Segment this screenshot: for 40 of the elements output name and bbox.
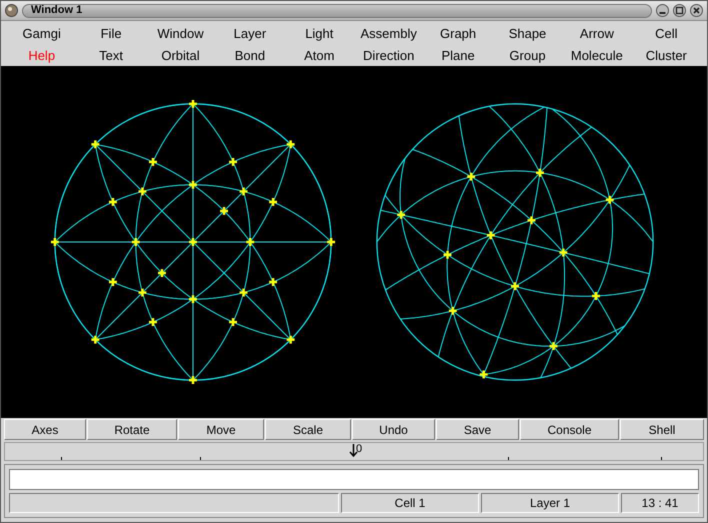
menu-item[interactable]: Window [157,24,204,44]
menu-item[interactable]: Graph [440,24,476,44]
command-input-field[interactable] [9,469,699,490]
status-cell: Cell 1 [341,493,479,513]
status-cell: Layer 1 [481,493,619,513]
menu-item[interactable]: File [100,24,122,44]
toolbar-button[interactable]: Shell [620,419,704,440]
menu-item[interactable]: Layer [234,24,266,44]
menu-item[interactable]: Plane [441,46,475,65]
menu-item[interactable]: Arrow [580,24,614,44]
menu-item[interactable]: Orbital [161,46,200,65]
window-title: Window 1 [31,5,82,16]
menu-item[interactable]: Direction [363,46,414,65]
menu-item[interactable]: Group [509,46,546,65]
menu-item[interactable]: Light [305,24,334,44]
toolbar-button[interactable]: Rotate [87,419,177,440]
toolbar-button[interactable]: Console [520,419,619,440]
maximize-icon[interactable] [673,4,686,17]
toolbar-button[interactable]: Save [436,419,519,440]
menu-item[interactable]: Atom [304,46,334,65]
menu-item[interactable]: Text [99,46,124,65]
status-cell: 13 : 41 [621,493,699,513]
menu-item[interactable]: Cluster [646,46,687,65]
close-icon[interactable] [690,4,703,17]
menu-item[interactable]: Molecule [570,46,623,65]
menu-item[interactable]: Cell [655,24,678,44]
menu-item[interactable]: Assembly [360,24,417,44]
window-menu-icon[interactable] [5,4,18,17]
menu-item[interactable]: Shape [508,24,546,44]
menu-item[interactable]: Gamgi [22,24,61,44]
slider-track[interactable]: 0 [4,442,704,461]
slider-thumb[interactable]: 0 [349,443,362,460]
toolbar-button[interactable]: Axes [4,419,86,440]
toolbar-button[interactable]: Scale [265,419,351,440]
toolbar-button[interactable]: Undo [352,419,435,440]
menu-item[interactable]: Bond [234,46,266,65]
slider-pointer-icon [349,443,358,457]
toolbar-button[interactable]: Move [178,419,264,440]
minimize-icon[interactable] [656,4,669,17]
slider-value: 0 [356,443,362,455]
